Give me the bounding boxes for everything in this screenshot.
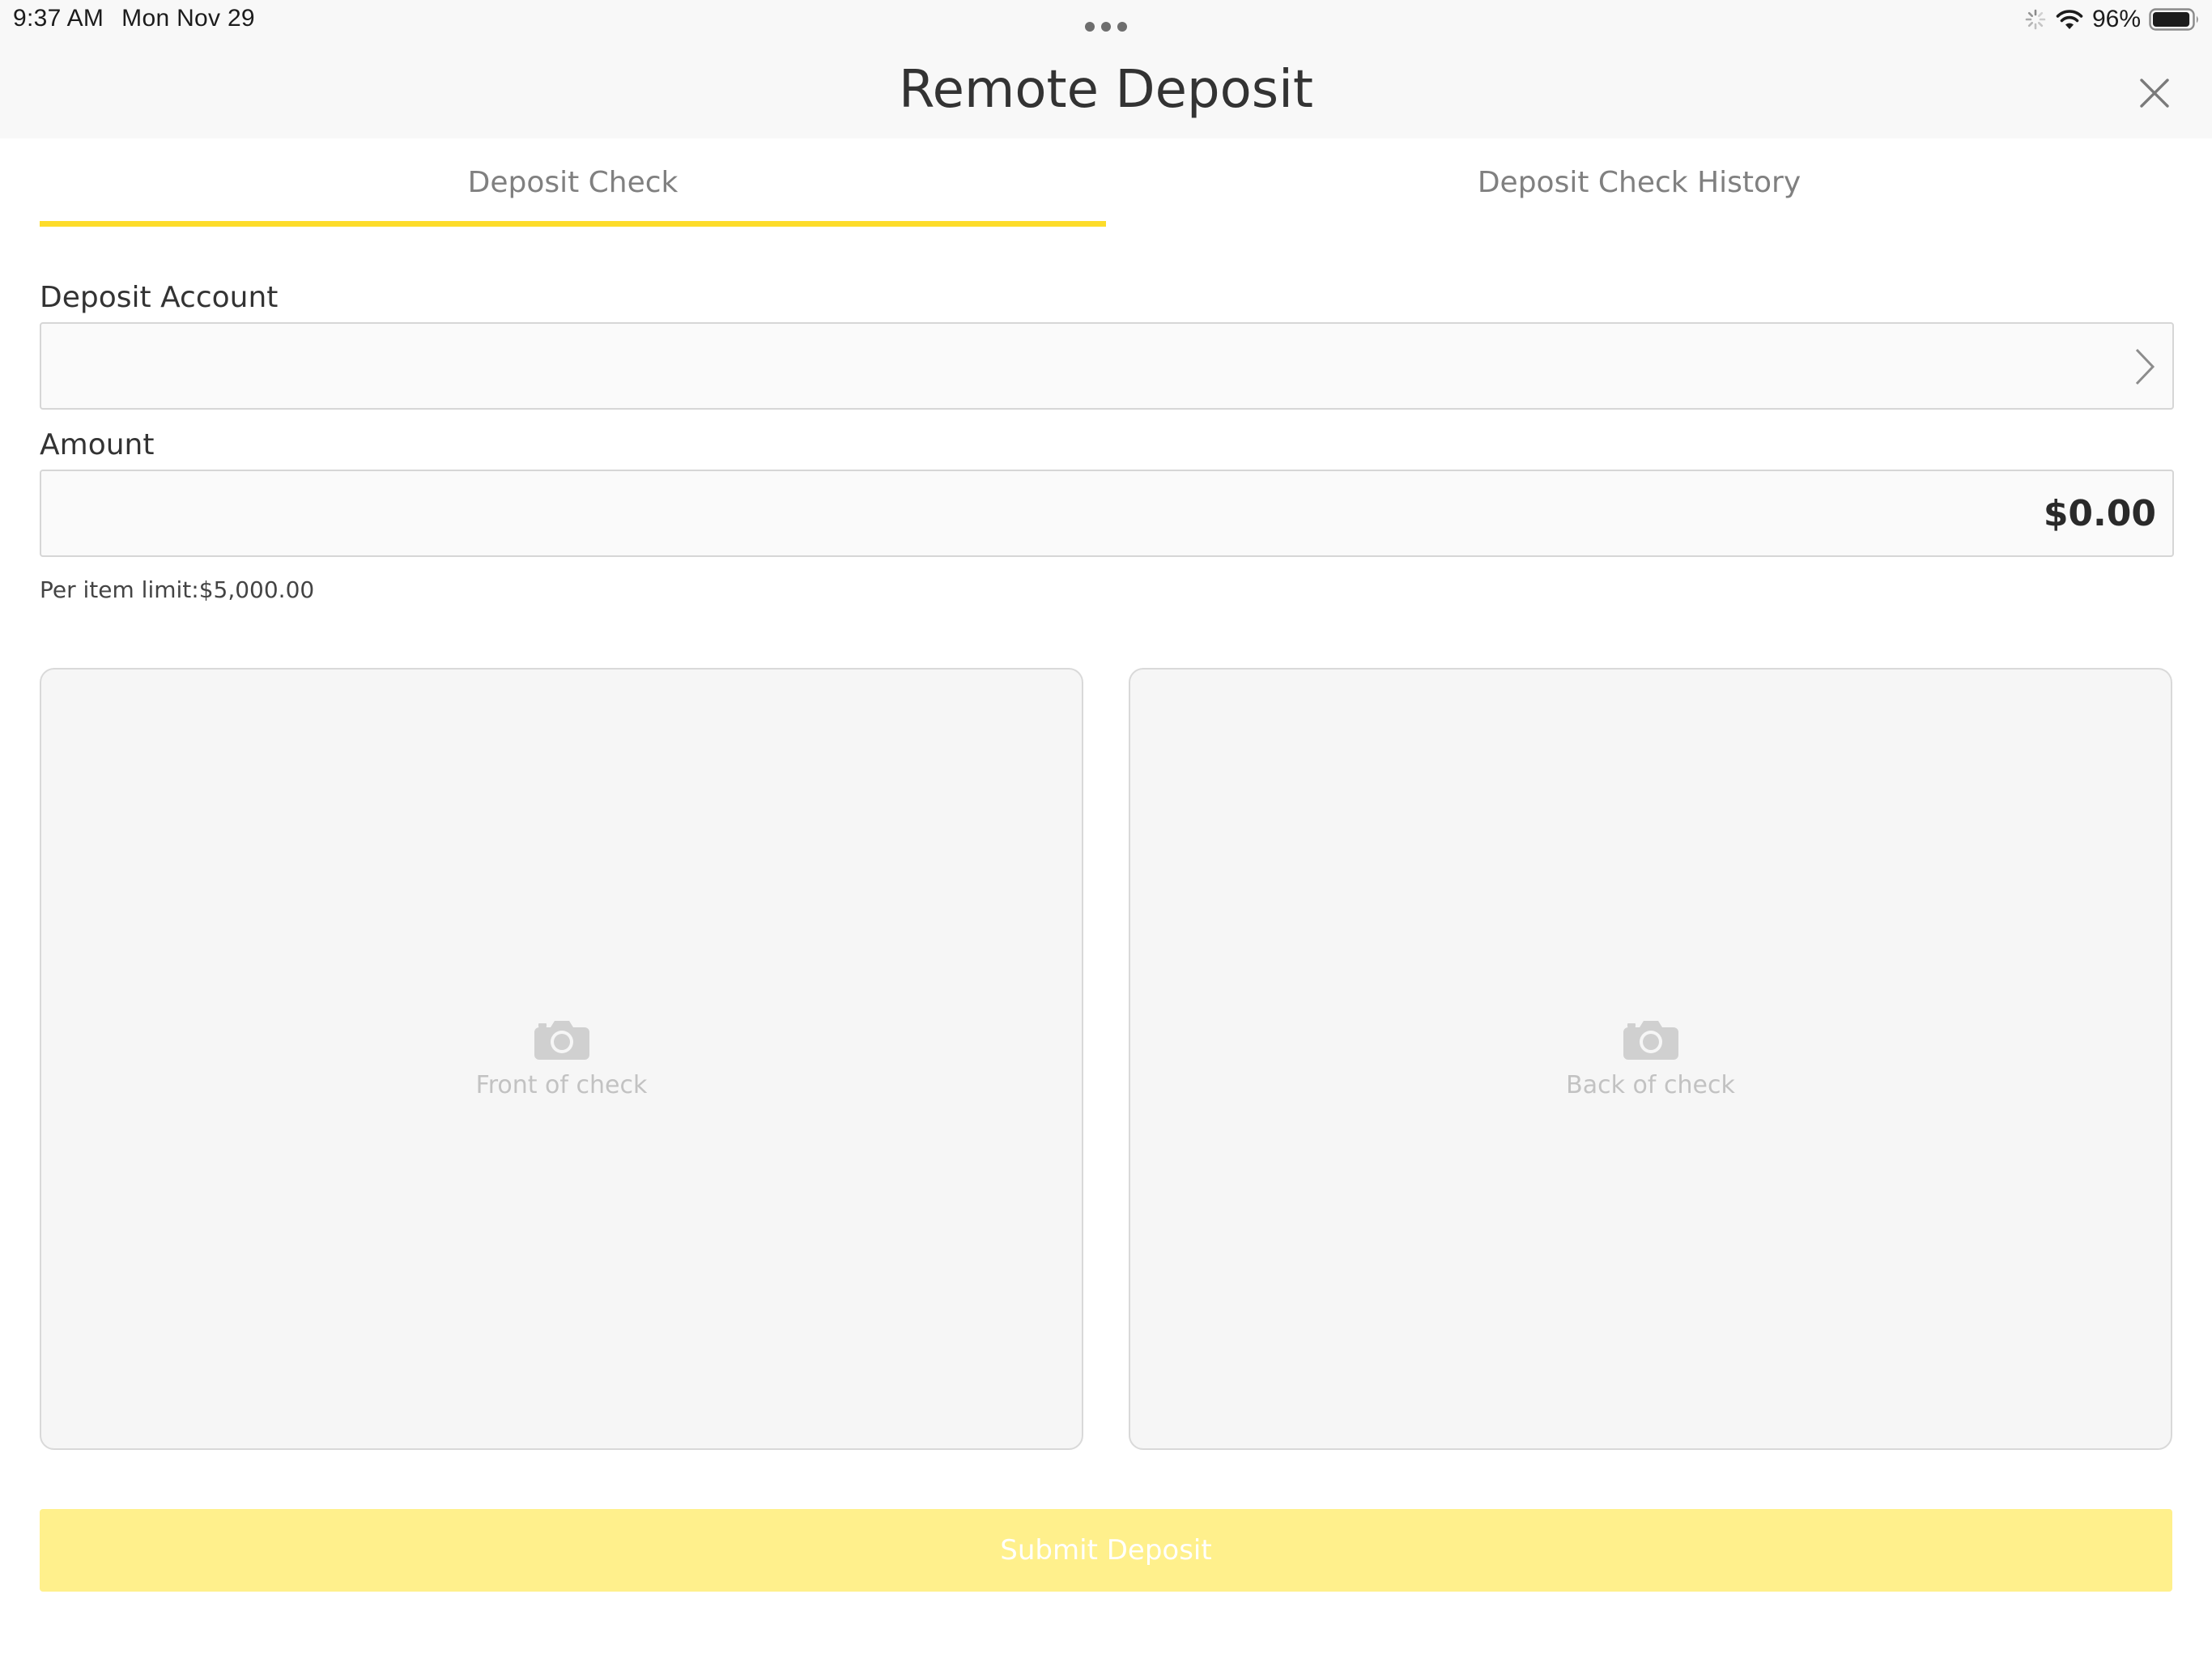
back-of-check-label: Back of check bbox=[1566, 1071, 1735, 1099]
tab-deposit-check-history[interactable]: Deposit Check History bbox=[1106, 154, 2172, 227]
front-of-check-label: Front of check bbox=[475, 1071, 648, 1099]
status-date: Mon Nov 29 bbox=[121, 5, 255, 32]
amount-input[interactable] bbox=[41, 471, 2172, 555]
back-of-check-placeholder: Back of check bbox=[1130, 1018, 2171, 1099]
per-item-limit-text: Per item limit:$5,000.00 bbox=[40, 576, 315, 603]
back-of-check-capture[interactable]: Back of check bbox=[1129, 668, 2172, 1450]
deposit-account-selector[interactable] bbox=[40, 322, 2174, 410]
wifi-icon bbox=[2056, 10, 2083, 29]
status-time: 9:37 AM Mon Nov 29 bbox=[13, 5, 273, 32]
battery-percent: 96% bbox=[2091, 6, 2141, 32]
loading-spinner-icon bbox=[2025, 9, 2046, 30]
deposit-account-label: Deposit Account bbox=[40, 281, 279, 314]
amount-label: Amount bbox=[40, 428, 155, 461]
front-of-check-placeholder: Front of check bbox=[41, 1018, 1082, 1099]
status-clock: 9:37 AM bbox=[13, 5, 104, 32]
page-title: Remote Deposit bbox=[899, 60, 1313, 120]
status-indicators: 96% bbox=[2024, 5, 2201, 34]
battery-icon bbox=[2149, 8, 2198, 31]
chevron-right-icon bbox=[2135, 348, 2155, 385]
close-button[interactable] bbox=[2129, 68, 2180, 118]
top-bar: 9:37 AM Mon Nov 29 96% Remote Deposit bbox=[0, 0, 2212, 138]
submit-deposit-button[interactable]: Submit Deposit bbox=[40, 1509, 2172, 1592]
camera-icon bbox=[534, 1021, 589, 1060]
tab-bar: Deposit Check Deposit Check History bbox=[40, 154, 2172, 227]
amount-field bbox=[40, 470, 2174, 557]
tab-deposit-check[interactable]: Deposit Check bbox=[40, 154, 1106, 227]
multitasking-dots-icon[interactable] bbox=[1085, 21, 1127, 32]
close-icon bbox=[2140, 79, 2169, 108]
front-of-check-capture[interactable]: Front of check bbox=[40, 668, 1083, 1450]
camera-icon bbox=[1623, 1021, 1678, 1060]
